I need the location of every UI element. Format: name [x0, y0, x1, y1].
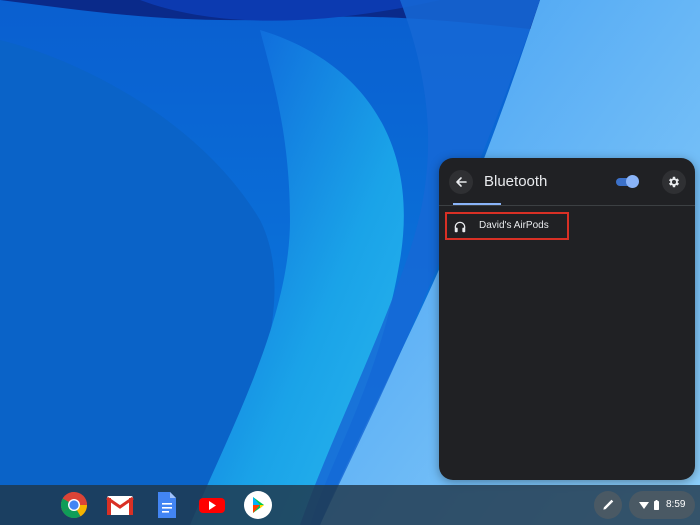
headphones-icon [454, 221, 466, 233]
shelf: 8:59 [0, 485, 700, 525]
settings-button[interactable] [662, 170, 686, 194]
back-button[interactable] [449, 170, 473, 194]
header-divider [439, 205, 695, 206]
stylus-icon [603, 499, 614, 510]
clock: 8:59 [666, 499, 686, 510]
gmail-icon[interactable] [105, 490, 135, 520]
panel-title: Bluetooth [484, 173, 548, 190]
bluetooth-toggle[interactable] [616, 175, 639, 189]
wifi-icon [639, 502, 649, 509]
bluetooth-panel: Bluetooth David's AirPods [439, 158, 695, 480]
stylus-button[interactable] [594, 491, 622, 519]
chrome-icon[interactable] [59, 490, 89, 520]
arrow-back-icon [456, 177, 467, 187]
toggle-knob [626, 175, 639, 188]
device-item-airpods[interactable]: David's AirPods [445, 212, 569, 240]
panel-header: Bluetooth [439, 158, 695, 206]
play-store-icon[interactable] [243, 490, 273, 520]
device-name: David's AirPods [479, 220, 549, 231]
gear-icon [669, 176, 679, 188]
battery-icon [654, 500, 659, 510]
youtube-icon[interactable] [197, 490, 227, 520]
docs-icon[interactable] [151, 490, 181, 520]
status-tray[interactable]: 8:59 [629, 491, 695, 519]
